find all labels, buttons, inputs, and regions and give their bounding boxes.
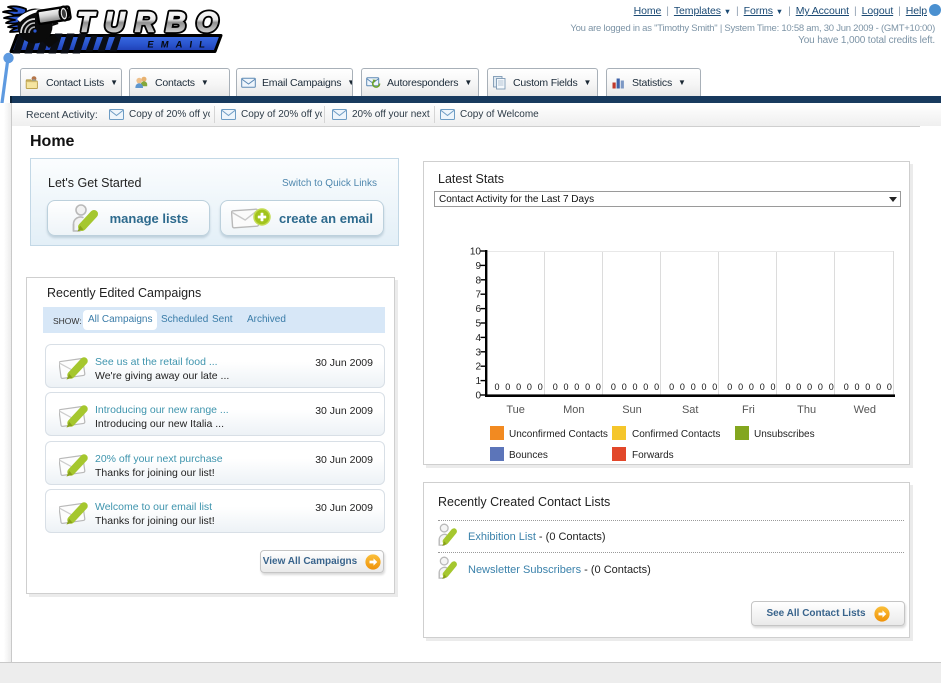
svg-text:Forwards: Forwards [632, 450, 674, 461]
svg-text:Confirmed Contacts: Confirmed Contacts [632, 429, 720, 440]
svg-text:5: 5 [475, 319, 481, 330]
svg-text:0: 0 [712, 382, 717, 392]
svg-text:0: 0 [727, 382, 732, 392]
svg-text:0: 0 [564, 382, 569, 392]
svg-text:6: 6 [475, 304, 481, 315]
svg-text:1: 1 [475, 376, 481, 387]
svg-text:0: 0 [596, 382, 601, 392]
svg-text:Thu: Thu [797, 404, 816, 416]
svg-text:TURBO: TURBO [77, 7, 218, 38]
svg-text:0: 0 [691, 382, 696, 392]
svg-text:0: 0 [611, 382, 616, 392]
svg-text:0: 0 [680, 382, 685, 392]
svg-text:0: 0 [702, 382, 707, 392]
svg-text:0: 0 [844, 382, 849, 392]
svg-text:0: 0 [855, 382, 860, 392]
svg-text:0: 0 [865, 382, 870, 392]
svg-text:0: 0 [796, 382, 801, 392]
svg-text:Unconfirmed Contacts: Unconfirmed Contacts [509, 429, 608, 440]
svg-text:0: 0 [505, 382, 510, 392]
svg-text:Fri: Fri [742, 404, 755, 416]
svg-text:0: 0 [771, 382, 776, 392]
svg-text:0: 0 [622, 382, 627, 392]
svg-text:Wed: Wed [854, 404, 876, 416]
svg-text:0: 0 [669, 382, 674, 392]
svg-text:0: 0 [887, 382, 892, 392]
svg-text:0: 0 [538, 382, 543, 392]
svg-text:Tue: Tue [506, 404, 525, 416]
svg-text:Sat: Sat [682, 404, 699, 416]
svg-text:8: 8 [475, 275, 481, 286]
svg-text:9: 9 [475, 261, 481, 272]
svg-text:2: 2 [475, 362, 481, 373]
svg-text:0: 0 [876, 382, 881, 392]
svg-text:Sun: Sun [622, 404, 642, 416]
svg-text:10: 10 [470, 247, 482, 258]
svg-text:0: 0 [553, 382, 558, 392]
svg-text:0: 0 [760, 382, 765, 392]
svg-text:0: 0 [527, 382, 532, 392]
svg-text:Mon: Mon [563, 404, 584, 416]
svg-text:0: 0 [585, 382, 590, 392]
svg-text:EMAIL: EMAIL [147, 40, 213, 51]
svg-text:3: 3 [475, 347, 481, 358]
svg-text:0: 0 [807, 382, 812, 392]
svg-text:0: 0 [829, 382, 834, 392]
svg-text:Unsubscribes: Unsubscribes [754, 429, 815, 440]
svg-text:7: 7 [475, 290, 481, 301]
svg-text:4: 4 [475, 333, 481, 344]
svg-text:0: 0 [516, 382, 521, 392]
svg-text:0: 0 [574, 382, 579, 392]
svg-text:0: 0 [818, 382, 823, 392]
svg-text:0: 0 [786, 382, 791, 392]
svg-text:0: 0 [738, 382, 743, 392]
svg-text:0: 0 [495, 382, 500, 392]
svg-text:Bounces: Bounces [509, 450, 548, 461]
svg-text:0: 0 [633, 382, 638, 392]
svg-text:0: 0 [654, 382, 659, 392]
svg-text:0: 0 [475, 391, 481, 402]
svg-text:0: 0 [643, 382, 648, 392]
svg-text:0: 0 [749, 382, 754, 392]
